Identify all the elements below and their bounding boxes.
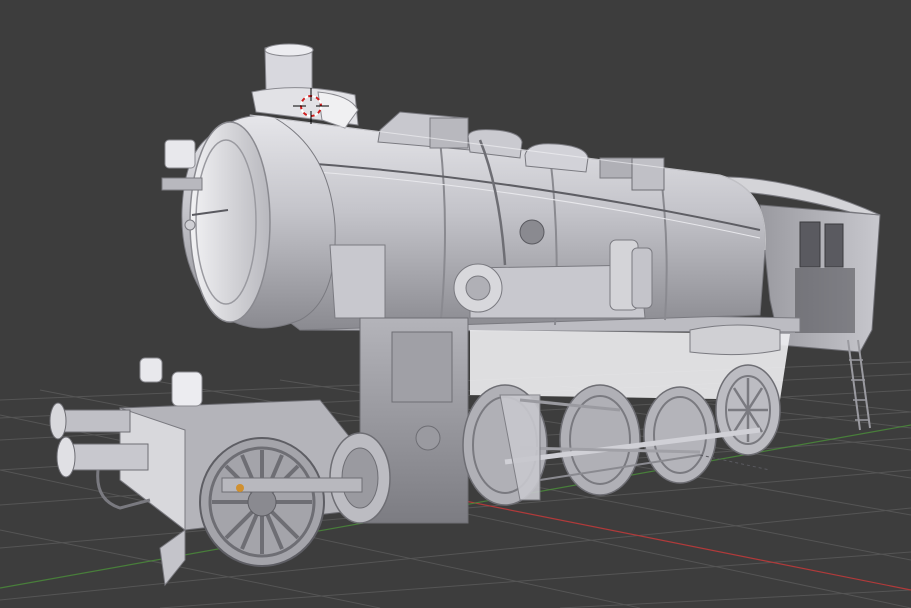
locomotive-model[interactable]	[49, 43, 881, 587]
3d-viewport[interactable]	[0, 0, 911, 608]
smokebox	[161, 115, 336, 329]
x-axis-line	[459, 499, 911, 591]
viewport-canvas[interactable]	[0, 0, 911, 608]
chimney	[251, 43, 359, 129]
